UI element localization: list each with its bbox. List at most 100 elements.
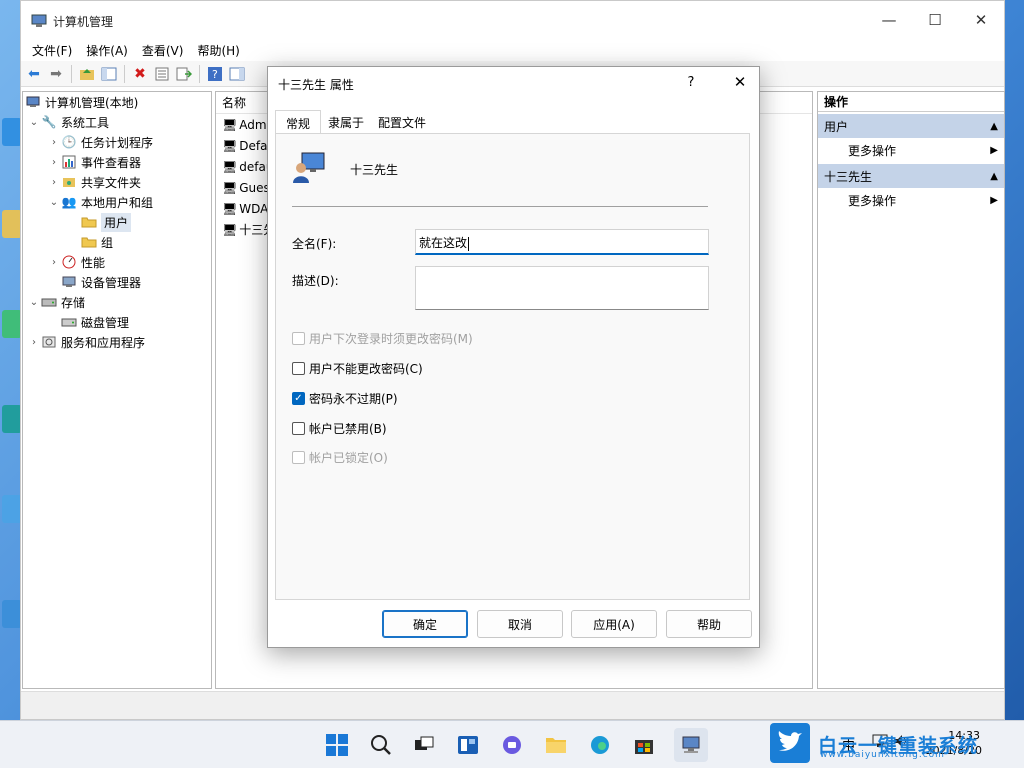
show-hide-console-tree-icon[interactable]	[100, 65, 118, 83]
export-list-icon[interactable]	[175, 65, 193, 83]
properties-icon[interactable]	[153, 65, 171, 83]
title-bar[interactable]: 计算机管理 — ☐ ✕	[21, 1, 1004, 39]
user-icon: 🖥	[222, 118, 237, 132]
checkbox-box[interactable]: ✓	[292, 392, 305, 405]
chevron-down-icon[interactable]: ⌄	[47, 197, 61, 208]
menu-help[interactable]: 帮助(H)	[190, 39, 246, 61]
tree-item-shared-folders[interactable]: › 共享文件夹	[47, 172, 141, 192]
apply-button[interactable]: 应用(A)	[571, 610, 657, 638]
actions-section-user[interactable]: 十三先生 ▲	[818, 164, 1004, 188]
desktop-icon[interactable]	[2, 600, 22, 628]
computer-management-taskbar-icon[interactable]	[674, 728, 708, 762]
tree-item-storage[interactable]: ⌄ 存储	[27, 292, 85, 312]
user-icon: 🖥	[222, 223, 237, 237]
account-disabled-checkbox[interactable]: 帐户已禁用(B)	[292, 420, 387, 437]
desktop-icon[interactable]	[2, 118, 22, 146]
help-dialog-button[interactable]: 帮助	[666, 610, 752, 638]
chevron-down-icon[interactable]: ⌄	[27, 117, 41, 128]
tree-item-device-manager[interactable]: 设备管理器	[61, 272, 141, 292]
minimize-button[interactable]: —	[866, 1, 912, 39]
forward-arrow-icon[interactable]: ➡	[47, 65, 65, 83]
edge-icon[interactable]	[586, 731, 614, 759]
must-change-password-checkbox[interactable]: 用户下次登录时须更改密码(M)	[292, 330, 473, 347]
tree-item-services-apps[interactable]: › 服务和应用程序	[27, 332, 145, 352]
checkbox-box[interactable]	[292, 332, 305, 345]
menu-action[interactable]: 操作(A)	[79, 39, 135, 61]
maximize-button[interactable]: ☐	[912, 1, 958, 39]
tree-item-users[interactable]: 用户	[81, 212, 131, 232]
search-icon[interactable]	[367, 731, 395, 759]
tree-item-root[interactable]: 计算机管理(本地)	[25, 92, 138, 112]
tree-item-label: 性能	[81, 254, 105, 271]
collapse-icon[interactable]: ▲	[990, 121, 998, 132]
more-actions-item[interactable]: 更多操作 ▶	[818, 188, 1004, 212]
desktop-icon[interactable]	[2, 495, 22, 523]
help-icon[interactable]: ?	[206, 65, 224, 83]
delete-icon[interactable]: ✖	[131, 65, 149, 83]
show-hide-action-pane-icon[interactable]	[228, 65, 246, 83]
checkbox-box[interactable]	[292, 362, 305, 375]
cancel-button[interactable]: 取消	[477, 610, 563, 638]
toolbar-separator	[71, 65, 72, 83]
task-view-icon[interactable]	[410, 731, 438, 759]
tab-profile[interactable]: 配置文件	[371, 109, 433, 133]
close-button[interactable]: ✕	[958, 1, 1004, 39]
description-input[interactable]	[415, 266, 709, 310]
collapse-icon[interactable]: ▲	[990, 171, 998, 182]
tree-item-groups[interactable]: 组	[81, 232, 113, 252]
ok-button[interactable]: 确定	[382, 610, 468, 638]
tree-item-system-tools[interactable]: ⌄ 🔧 系统工具	[27, 112, 109, 132]
up-folder-icon[interactable]	[78, 65, 96, 83]
action-label: 更多操作	[848, 192, 896, 209]
action-label: 更多操作	[848, 142, 896, 159]
chevron-right-icon[interactable]: ›	[47, 157, 61, 168]
user-account-icon	[292, 150, 326, 184]
more-actions-item[interactable]: 更多操作 ▶	[818, 138, 1004, 162]
fullname-label: 全名(F):	[292, 235, 336, 252]
desktop-icon[interactable]	[2, 210, 22, 238]
chat-icon[interactable]	[498, 731, 526, 759]
status-bar	[21, 691, 1004, 719]
checkbox-box[interactable]	[292, 422, 305, 435]
desktop-icon[interactable]	[2, 405, 22, 433]
list-item-label: WDA	[239, 202, 268, 216]
chevron-right-icon[interactable]: ›	[47, 257, 61, 268]
widgets-icon[interactable]	[454, 731, 482, 759]
section-title: 十三先生	[824, 168, 872, 185]
tree-item-disk-management[interactable]: 磁盘管理	[61, 312, 129, 332]
divider	[292, 206, 708, 207]
password-never-expires-checkbox[interactable]: ✓ 密码永不过期(P)	[292, 390, 398, 407]
chevron-right-icon[interactable]: ›	[47, 137, 61, 148]
start-icon[interactable]	[323, 731, 351, 759]
dialog-close-button[interactable]: ✕	[728, 71, 752, 93]
tree-item-event-viewer[interactable]: › 事件查看器	[47, 152, 141, 172]
store-icon[interactable]	[630, 731, 658, 759]
account-locked-checkbox[interactable]: 帐户已锁定(O)	[292, 449, 388, 466]
menu-view[interactable]: 查看(V)	[135, 39, 191, 61]
event-viewer-icon	[61, 154, 77, 170]
checkbox-box[interactable]	[292, 451, 305, 464]
tab-general[interactable]: 常规	[275, 110, 321, 134]
chevron-right-icon[interactable]: ›	[47, 177, 61, 188]
back-arrow-icon[interactable]: ⬅	[25, 65, 43, 83]
tree-item-local-users-groups[interactable]: ⌄ 👥 本地用户和组	[47, 192, 153, 212]
tree-item-label: 事件查看器	[81, 154, 141, 171]
chevron-right-icon[interactable]: ›	[27, 337, 41, 348]
chevron-down-icon[interactable]: ⌄	[27, 297, 41, 308]
file-explorer-icon[interactable]	[542, 731, 570, 759]
actions-section-users[interactable]: 用户 ▲	[818, 114, 1004, 138]
twitter-bird-icon	[770, 723, 810, 766]
cannot-change-password-checkbox[interactable]: 用户不能更改密码(C)	[292, 360, 423, 377]
desktop-icon[interactable]	[2, 310, 22, 338]
help-button[interactable]: ?	[680, 71, 702, 93]
tree-item-performance[interactable]: › 性能	[47, 252, 105, 272]
tree-item-label: 组	[101, 234, 113, 251]
toolbar-separator	[124, 65, 125, 83]
tree-item-task-scheduler[interactable]: › 🕒 任务计划程序	[47, 132, 153, 152]
menu-file[interactable]: 文件(F)	[25, 39, 79, 61]
tree-item-label: 共享文件夹	[81, 174, 141, 191]
folder-icon	[81, 234, 97, 250]
checkbox-label: 帐户已禁用(B)	[309, 420, 387, 437]
tab-member-of[interactable]: 隶属于	[321, 109, 371, 133]
fullname-input[interactable]: 就在这改	[415, 229, 709, 255]
